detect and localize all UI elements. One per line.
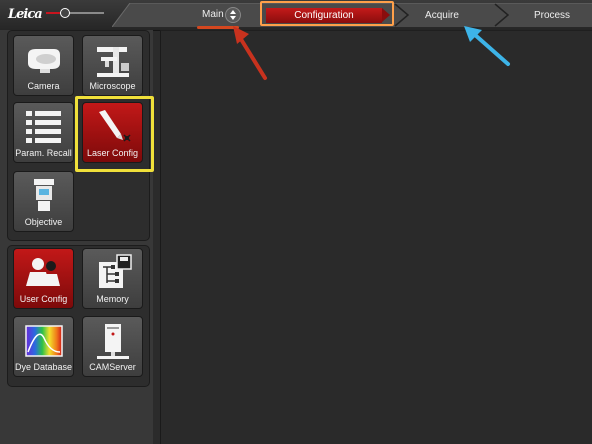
main-content-area — [160, 30, 592, 444]
main-label[interactable]: Main — [202, 9, 224, 20]
slider-thumb[interactable] — [60, 8, 70, 18]
user-config-button[interactable]: User Config — [13, 248, 74, 309]
camera-label: Camera — [27, 81, 60, 91]
camserver-button[interactable]: CAMServer — [82, 316, 143, 377]
slider-track-filled — [46, 12, 60, 14]
objective-button[interactable]: Objective — [13, 171, 74, 232]
list-icon — [26, 111, 61, 143]
main-spinner-icon[interactable] — [225, 7, 241, 23]
server-icon — [97, 324, 129, 359]
tab-process[interactable]: Process — [512, 6, 592, 25]
top-bar: Leica Main Configuration Acquire Process — [0, 0, 592, 31]
logo-text: Leica — [8, 7, 43, 22]
objective-icon — [34, 179, 54, 211]
highlight-laser-config — [75, 96, 154, 172]
zoom-slider[interactable] — [46, 8, 104, 18]
user-config-label: User Config — [19, 294, 68, 304]
param-recall-button[interactable]: Param. Recall — [13, 102, 74, 163]
main-underline — [197, 26, 239, 29]
workflow-tabstrip: Main Configuration Acquire Process — [112, 1, 592, 29]
users-icon — [26, 258, 60, 286]
microscope-label: Microscope — [89, 81, 136, 91]
microscope-button[interactable]: Microscope — [82, 35, 143, 96]
dye-database-label: Dye Database — [14, 362, 73, 372]
objective-label: Objective — [24, 217, 63, 227]
memory-icon — [99, 254, 132, 288]
memory-button[interactable]: Memory — [82, 248, 143, 309]
tab-acquire[interactable]: Acquire — [402, 6, 482, 25]
microscope-icon — [97, 47, 129, 77]
leica-logo: Leica — [6, 6, 44, 24]
camserver-label: CAMServer — [89, 362, 136, 372]
camera-button[interactable]: Camera — [13, 35, 74, 96]
memory-label: Memory — [96, 294, 129, 304]
camera-icon — [28, 49, 60, 73]
highlight-configuration — [260, 1, 394, 26]
dye-database-button[interactable]: Dye Database — [13, 316, 74, 377]
param-recall-label: Param. Recall — [15, 148, 72, 158]
spectrum-icon — [25, 325, 63, 357]
